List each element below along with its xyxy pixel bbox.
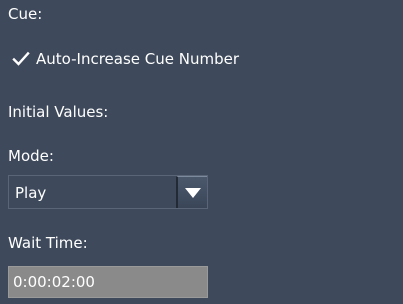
mode-select-value: Play <box>15 184 47 202</box>
wait-time-label: Wait Time: <box>8 234 88 252</box>
cue-heading: Cue: <box>8 5 43 23</box>
cue-settings-panel: Cue: Auto-Increase Cue Number Initial Va… <box>0 0 403 304</box>
initial-values-heading: Initial Values: <box>8 103 109 121</box>
triangle-down-icon[interactable] <box>176 176 207 208</box>
auto-increase-checkbox[interactable]: Auto-Increase Cue Number <box>12 48 239 70</box>
auto-increase-label: Auto-Increase Cue Number <box>36 50 239 68</box>
mode-select[interactable]: Play <box>8 175 208 209</box>
wait-time-input[interactable] <box>8 266 208 298</box>
checkmark-icon[interactable] <box>12 50 30 68</box>
mode-label: Mode: <box>8 147 54 165</box>
